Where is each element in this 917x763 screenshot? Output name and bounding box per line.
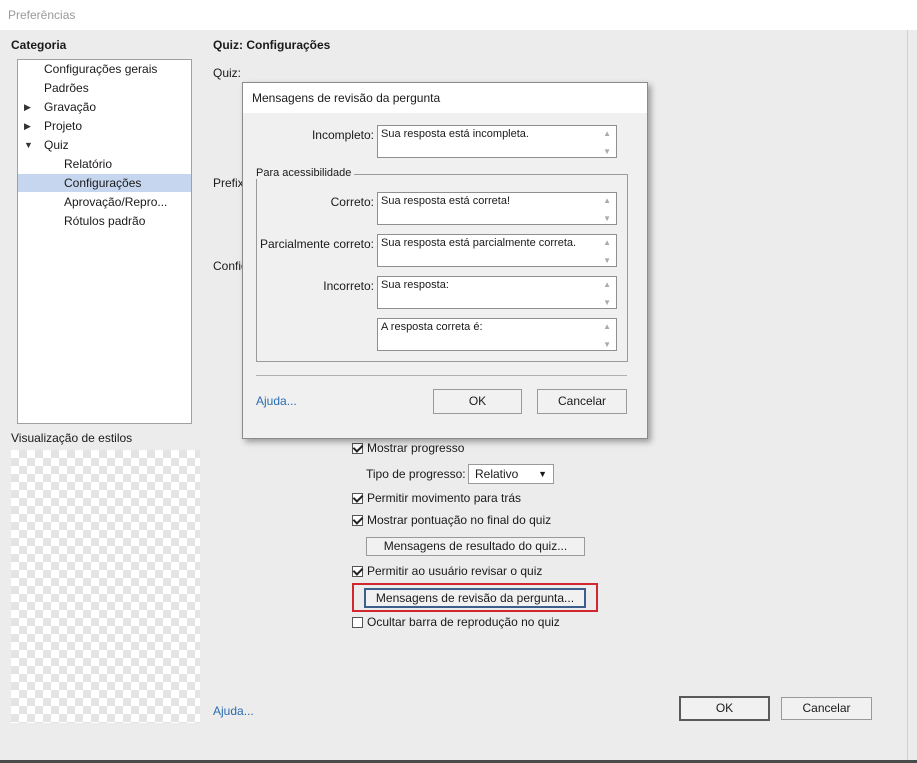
- incomplete-message-field[interactable]: Sua resposta está incompleta. ▲ ▼: [377, 125, 617, 158]
- collapse-arrow-icon[interactable]: ▼: [24, 136, 33, 154]
- style-preview-canvas: [11, 450, 200, 723]
- tree-item-defaults[interactable]: Padrões: [18, 79, 191, 97]
- hide-playbar-label: Ocultar barra de reprodução no quiz: [367, 615, 560, 629]
- dialog-help-link[interactable]: Ajuda...: [256, 394, 297, 408]
- tree-item-recording[interactable]: ▶ Gravação: [18, 98, 191, 116]
- dialog-cancel-button[interactable]: Cancelar: [537, 389, 627, 414]
- incomplete-label: Incompleto:: [311, 128, 374, 142]
- scroll-up-icon[interactable]: ▲: [603, 280, 611, 289]
- allow-backward-checkbox[interactable]: [352, 493, 363, 504]
- accessibility-group-title: Para acessibilidade: [253, 167, 355, 179]
- dialog-ok-button[interactable]: OK: [433, 389, 522, 414]
- quiz-label: Quiz:: [213, 66, 242, 80]
- allow-review-label: Permitir ao usuário revisar o quiz: [367, 564, 543, 578]
- expand-arrow-icon[interactable]: ▶: [24, 117, 31, 135]
- tree-item-approval[interactable]: Aprovação/Repro...: [18, 193, 191, 211]
- scroll-down-icon[interactable]: ▼: [603, 147, 611, 156]
- style-preview-label: Visualização de estilos: [11, 431, 133, 445]
- help-link[interactable]: Ajuda...: [213, 704, 254, 718]
- quiz-result-messages-button[interactable]: Mensagens de resultado do quiz...: [366, 537, 585, 556]
- hide-playbar-checkbox[interactable]: [352, 617, 363, 628]
- correct-message-field[interactable]: Sua resposta está correta! ▲ ▼: [377, 192, 617, 225]
- tree-item-project[interactable]: ▶ Projeto: [18, 117, 191, 135]
- progress-type-label: Tipo de progresso:: [366, 467, 466, 481]
- question-review-messages-button[interactable]: Mensagens de revisão da pergunta...: [364, 588, 586, 608]
- cancel-button[interactable]: Cancelar: [781, 697, 872, 720]
- partial-label: Parcialmente correto:: [259, 237, 374, 251]
- show-score-label: Mostrar pontuação no final do quiz: [367, 513, 552, 527]
- dialog-titlebar: Mensagens de revisão da pergunta: [243, 83, 647, 113]
- window-titlebar: Preferências: [0, 0, 917, 30]
- scroll-up-icon[interactable]: ▲: [603, 238, 611, 247]
- category-tree[interactable]: Configurações gerais Padrões ▶ Gravação …: [17, 59, 192, 424]
- incorrect-label: Incorreto:: [323, 279, 374, 293]
- dropdown-arrow-icon: ▼: [538, 469, 547, 479]
- dialog-divider: [256, 375, 627, 376]
- prefix-label: Prefix: [213, 176, 244, 190]
- category-heading: Categoria: [11, 38, 67, 52]
- scroll-up-icon[interactable]: ▲: [603, 129, 611, 138]
- show-progress-checkbox[interactable]: [352, 443, 363, 454]
- scroll-down-icon[interactable]: ▼: [603, 214, 611, 223]
- show-progress-label: Mostrar progresso: [367, 441, 465, 455]
- review-messages-dialog: Mensagens de revisão da pergunta Incompl…: [242, 82, 648, 439]
- tree-item-general[interactable]: Configurações gerais: [18, 60, 191, 78]
- ok-button[interactable]: OK: [679, 696, 770, 721]
- page-title: Quiz: Configurações: [213, 38, 331, 52]
- progress-type-select[interactable]: Relativo ▼: [468, 464, 554, 484]
- tree-item-quiz[interactable]: ▼ Quiz: [18, 136, 191, 154]
- scroll-down-icon[interactable]: ▼: [603, 298, 611, 307]
- partial-message-field[interactable]: Sua resposta está parcialmente correta. …: [377, 234, 617, 267]
- tree-item-settings[interactable]: Configurações: [18, 174, 191, 192]
- scroll-down-icon[interactable]: ▼: [603, 340, 611, 349]
- correct-answer-message-field[interactable]: A resposta correta é: ▲ ▼: [377, 318, 617, 351]
- allow-review-checkbox[interactable]: [352, 566, 363, 577]
- incorrect-message-field[interactable]: Sua resposta: ▲ ▼: [377, 276, 617, 309]
- window-title: Preferências: [8, 8, 76, 22]
- dialog-title: Mensagens de revisão da pergunta: [252, 91, 441, 105]
- scroll-up-icon[interactable]: ▲: [603, 196, 611, 205]
- tree-item-default-labels[interactable]: Rótulos padrão: [18, 212, 191, 230]
- expand-arrow-icon[interactable]: ▶: [24, 98, 31, 116]
- show-score-checkbox[interactable]: [352, 515, 363, 526]
- scroll-up-icon[interactable]: ▲: [603, 322, 611, 331]
- window-border: [907, 30, 908, 760]
- allow-backward-label: Permitir movimento para trás: [367, 491, 522, 505]
- correct-label: Correto:: [330, 195, 374, 209]
- scroll-down-icon[interactable]: ▼: [603, 256, 611, 265]
- tree-item-reporting[interactable]: Relatório: [18, 155, 191, 173]
